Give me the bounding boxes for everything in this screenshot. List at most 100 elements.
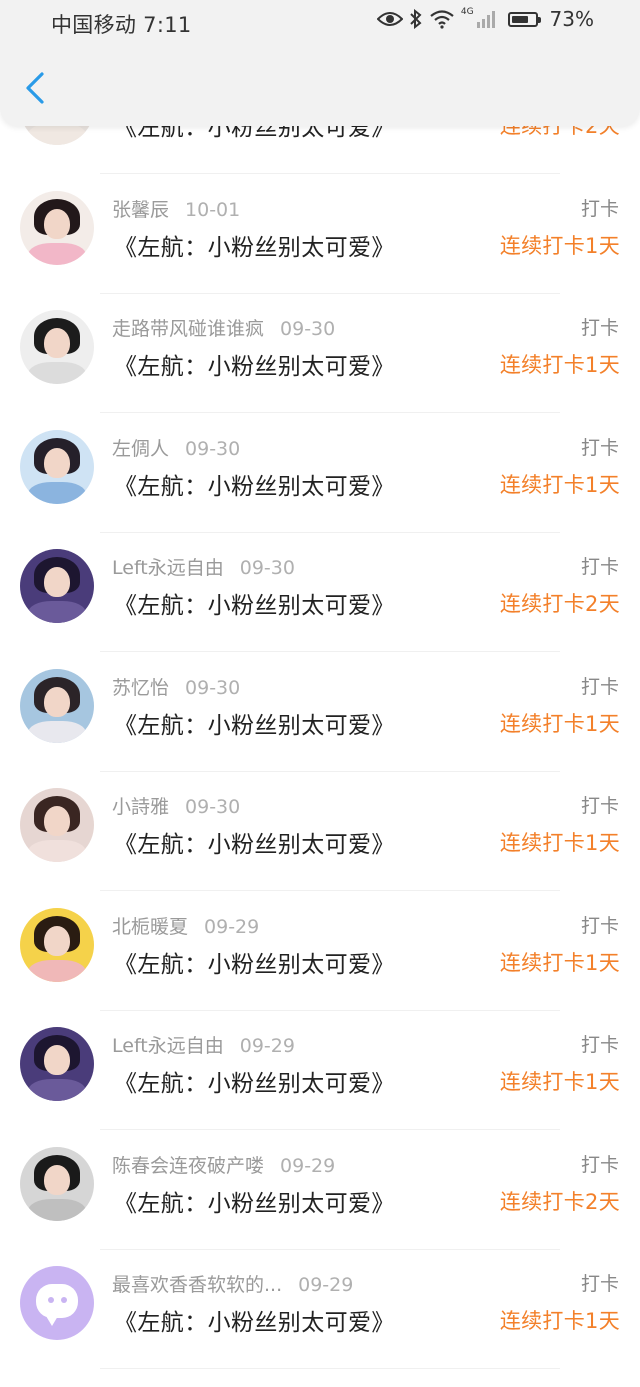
streak-count: 连续打卡1天 [499,234,620,258]
status-bar: 中国移动 7:11 4G 73% [0,0,640,48]
user-info: 北栀暖夏 09-29 [112,912,259,939]
book-title[interactable]: 《左航：小粉丝别太可爱》 [114,467,395,501]
book-title[interactable]: 《左航：小粉丝别太可爱》 [114,586,395,620]
user-name[interactable]: 最喜欢香香软软的... [112,1274,282,1296]
nav-header [0,48,640,126]
book-title[interactable]: 《左航：小粉丝别太可爱》 [114,1184,395,1218]
checkin-label: 打卡 [580,1034,619,1056]
book-title[interactable]: 《左航：小粉丝别太可爱》 [114,1064,395,1098]
user-name[interactable]: 北栀暖夏 [112,916,188,938]
back-button[interactable] [18,68,54,108]
user-info: Left永远自由 09-29 [112,1031,295,1058]
checkin-date: 09-30 [239,557,295,579]
streak-count: 连续打卡1天 [499,831,620,855]
row-divider [100,412,560,413]
list-item[interactable]: 走路带风碰谁谁疯 09-30 《左航：小粉丝别太可爱》 打卡连续打卡1天 [0,294,640,413]
avatar[interactable] [20,310,94,384]
eye-icon [376,12,403,26]
streak-count: 连续打卡1天 [499,1309,620,1333]
user-info: 张馨辰 10-01 [112,195,240,222]
streak-count: 连续打卡1天 [499,951,620,975]
checkin-label: 打卡 [580,915,619,937]
row-divider [100,890,560,891]
wifi-icon [430,10,454,29]
avatar[interactable] [20,549,94,623]
streak-count: 连续打卡2天 [499,592,620,616]
checkin-date: 10-01 [185,199,241,221]
user-info: 苏忆怡 09-30 [112,673,240,700]
book-title[interactable]: 《左航：小粉丝别太可爱》 [114,825,395,859]
list-item[interactable]: 小詩雅 09-30 《左航：小粉丝别太可爱》 打卡连续打卡1天 [0,772,640,891]
row-divider [100,1129,560,1130]
checkin-date: 09-29 [298,1274,354,1296]
user-info: 走路带风碰谁谁疯 09-30 [112,314,335,341]
user-name[interactable]: 陈春会连夜破产喽 [112,1155,264,1177]
book-title[interactable]: 《左航：小粉丝别太可爱》 [114,945,395,979]
user-info: 左倜人 09-30 [112,434,240,461]
checkin-date: 09-29 [239,1035,295,1057]
chevron-left-icon [26,72,44,104]
checkin-label: 打卡 [580,1154,619,1176]
avatar[interactable] [20,430,94,504]
user-name[interactable]: 苏忆怡 [112,677,169,699]
book-title[interactable]: 《左航：小粉丝别太可爱》 [114,228,395,262]
checkin-label: 打卡 [580,556,619,578]
user-name[interactable]: 左倜人 [112,438,169,460]
checkin-date: 09-30 [185,796,241,818]
list-item[interactable]: Left永远自由 09-29 《左航：小粉丝别太可爱》 打卡连续打卡1天 [0,1011,640,1130]
checkin-label: 打卡 [580,1273,619,1295]
streak-count: 连续打卡1天 [499,712,620,736]
checkin-label: 打卡 [580,198,619,220]
checkin-date: 09-29 [204,916,260,938]
row-divider [100,651,560,652]
avatar[interactable] [20,191,94,265]
list-item[interactable]: 最喜欢香香软软的... 09-29 《左航：小粉丝别太可爱》 打卡连续打卡1天 [0,1250,640,1369]
status-icons: 4G 73% [376,7,594,31]
checkin-date: 09-30 [280,318,336,340]
checkin-label: 打卡 [580,317,619,339]
carrier-time: 中国移动 7:11 [51,13,192,37]
user-info: 小詩雅 09-30 [112,792,240,819]
checkin-date: 09-30 [185,438,241,460]
streak-count: 连续打卡2天 [499,1190,620,1214]
list-item[interactable]: 苏忆怡 09-30 《左航：小粉丝别太可爱》 打卡连续打卡1天 [0,653,640,772]
checkin-label: 打卡 [580,795,619,817]
checkin-date: 09-29 [280,1155,336,1177]
user-name[interactable]: Left永远自由 [112,557,224,579]
avatar[interactable] [20,1147,94,1221]
streak-count: 连续打卡1天 [499,1070,620,1094]
book-title[interactable]: 《左航：小粉丝别太可爱》 [114,347,395,381]
bluetooth-icon [410,9,422,29]
list-item[interactable]: 陈春会连夜破产喽 09-29 《左航：小粉丝别太可爱》 打卡连续打卡2天 [0,1131,640,1250]
checkin-label: 打卡 [580,437,619,459]
list-item[interactable]: Left永远自由 09-30 《左航：小粉丝别太可爱》 打卡连续打卡2天 [0,533,640,652]
user-name[interactable]: Left永远自由 [112,1035,224,1057]
row-divider [100,1368,560,1369]
list-item[interactable]: 北栀暖夏 09-29 《左航：小粉丝别太可爱》 打卡连续打卡1天 [0,892,640,1011]
avatar[interactable] [20,908,94,982]
book-title[interactable]: 《左航：小粉丝别太可爱》 [114,1303,395,1337]
row-divider [100,173,560,174]
user-info: 陈春会连夜破产喽 09-29 [112,1151,335,1178]
user-info: Left永远自由 09-30 [112,553,295,580]
network-type: 4G [460,7,474,17]
avatar[interactable] [20,1027,94,1101]
signal-icon [476,11,495,28]
chat-bubble-icon [36,1284,78,1326]
checkin-date: 09-30 [185,677,241,699]
user-name[interactable]: 小詩雅 [112,796,169,818]
battery-percent: 73% [549,7,594,31]
checkin-label: 打卡 [580,676,619,698]
avatar-placeholder-icon[interactable] [20,1266,94,1340]
avatar[interactable] [20,788,94,862]
book-title[interactable]: 《左航：小粉丝别太可爱》 [114,706,395,740]
streak-count: 连续打卡1天 [499,353,620,377]
list-item[interactable]: 左倜人 09-30 《左航：小粉丝别太可爱》 打卡连续打卡1天 [0,414,640,533]
user-name[interactable]: 走路带风碰谁谁疯 [112,318,264,340]
streak-count: 连续打卡1天 [499,473,620,497]
user-name[interactable]: 张馨辰 [112,199,169,221]
avatar[interactable] [20,669,94,743]
list-item[interactable]: 张馨辰 10-01 《左航：小粉丝别太可爱》 打卡连续打卡1天 [0,175,640,294]
user-info: 最喜欢香香软软的... 09-29 [112,1270,353,1297]
battery-icon [507,11,541,27]
